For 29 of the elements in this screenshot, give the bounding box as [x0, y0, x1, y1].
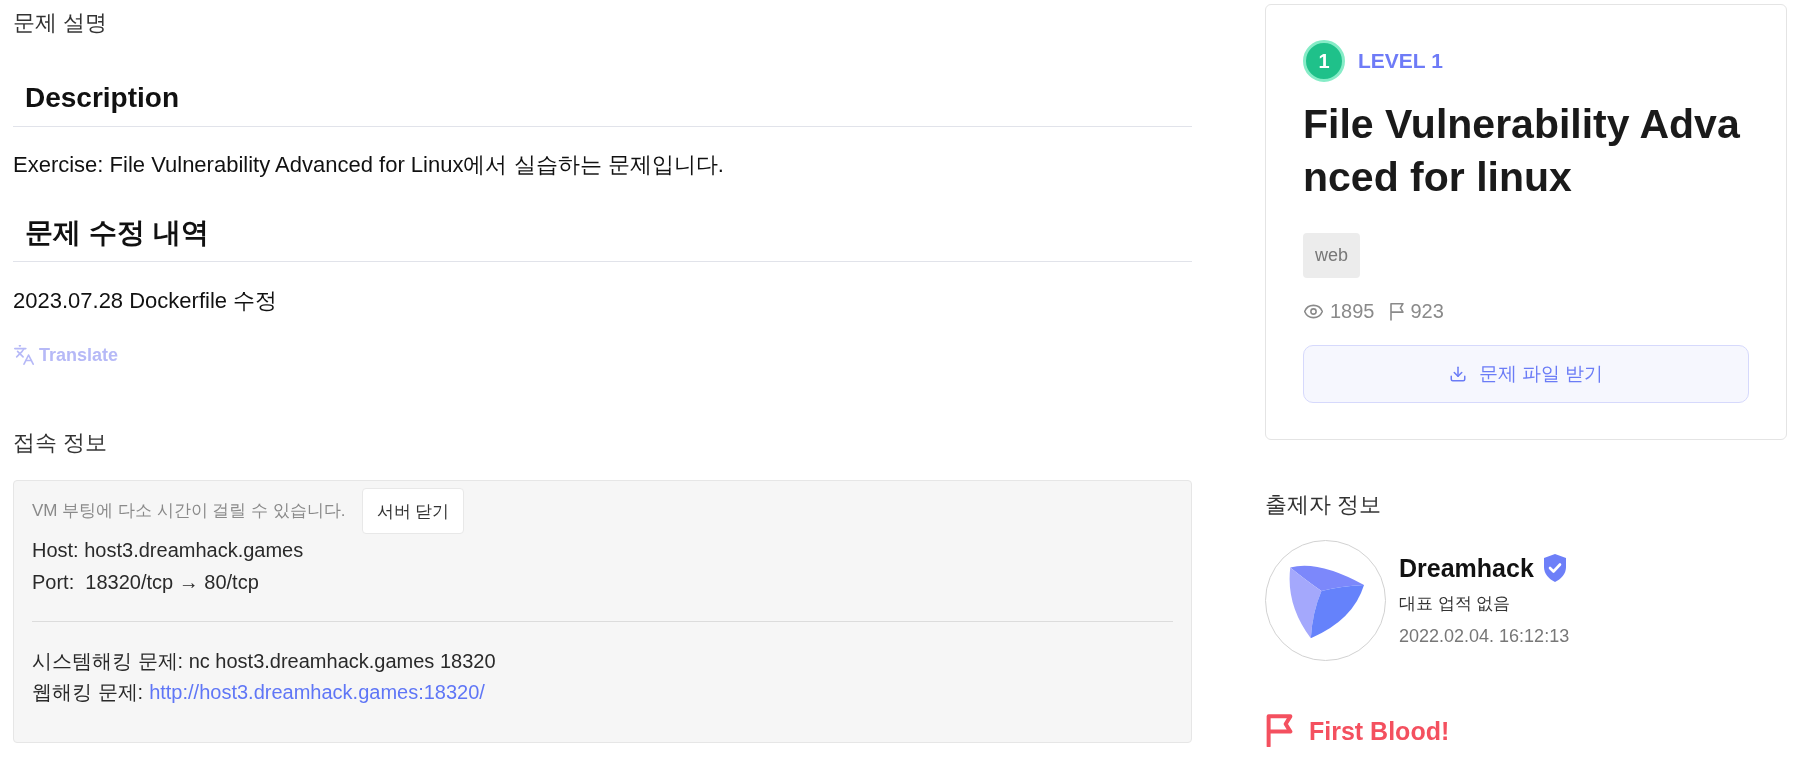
flag-icon — [1265, 714, 1294, 747]
netcat-command-text: 시스템해킹 문제: nc host3.dreamhack.games 18320 — [32, 649, 496, 674]
author-achievement: 대표 업적 없음 — [1399, 593, 1512, 615]
panel-title: 출제자 정보 — [1265, 491, 1382, 519]
web-hacking-label: 웹해킹 문제: — [32, 680, 144, 705]
first-blood-title: First Blood! — [1309, 715, 1450, 747]
connection-detail-text: Host: host3.dreamhack.games — [32, 538, 304, 563]
section-text: Exercise: File Vulnerability Advanced for Linux에서 실습하는 문제입니다. — [13, 151, 724, 179]
section-heading: 문제 수정 내역 — [24, 216, 209, 250]
view-count: 1895 — [1330, 299, 1375, 323]
category-tag[interactable]: web — [1303, 233, 1361, 278]
connection-detail-text: Port: 18320/tcp → 80/tcp — [32, 570, 259, 595]
challenge-url-link[interactable]: http://host3.dreamhack.games:18320/ — [149, 677, 485, 708]
boot-notice-text: VM 부팅에 다소 시간이 걸릴 수 있습니다. — [32, 500, 346, 522]
flag-icon — [1388, 301, 1405, 321]
level-badge: 1 — [1303, 40, 1345, 82]
section-heading: Description — [24, 81, 180, 115]
level-label: LEVEL 1 — [1358, 49, 1443, 73]
solve-count: 923 — [1410, 299, 1444, 323]
panel-title: 접속 정보 — [13, 429, 108, 457]
close-server-button[interactable]: 서버 닫기 — [361, 488, 465, 534]
panel-title: 문제 설명 — [13, 9, 108, 37]
translate-icon — [13, 344, 35, 366]
author-date: 2022.02.04. 16:12:13 — [1399, 625, 1570, 648]
challenge-title: File Vulnerability Advanced for linux — [1303, 100, 1741, 202]
author-name[interactable]: Dreamhack — [1399, 552, 1534, 584]
download-icon — [1448, 365, 1467, 383]
download-file-button[interactable]: 문제 파일 받기 — [1303, 345, 1749, 403]
section-text: 2023.07.28 Dockerfile 수정 — [13, 287, 278, 315]
